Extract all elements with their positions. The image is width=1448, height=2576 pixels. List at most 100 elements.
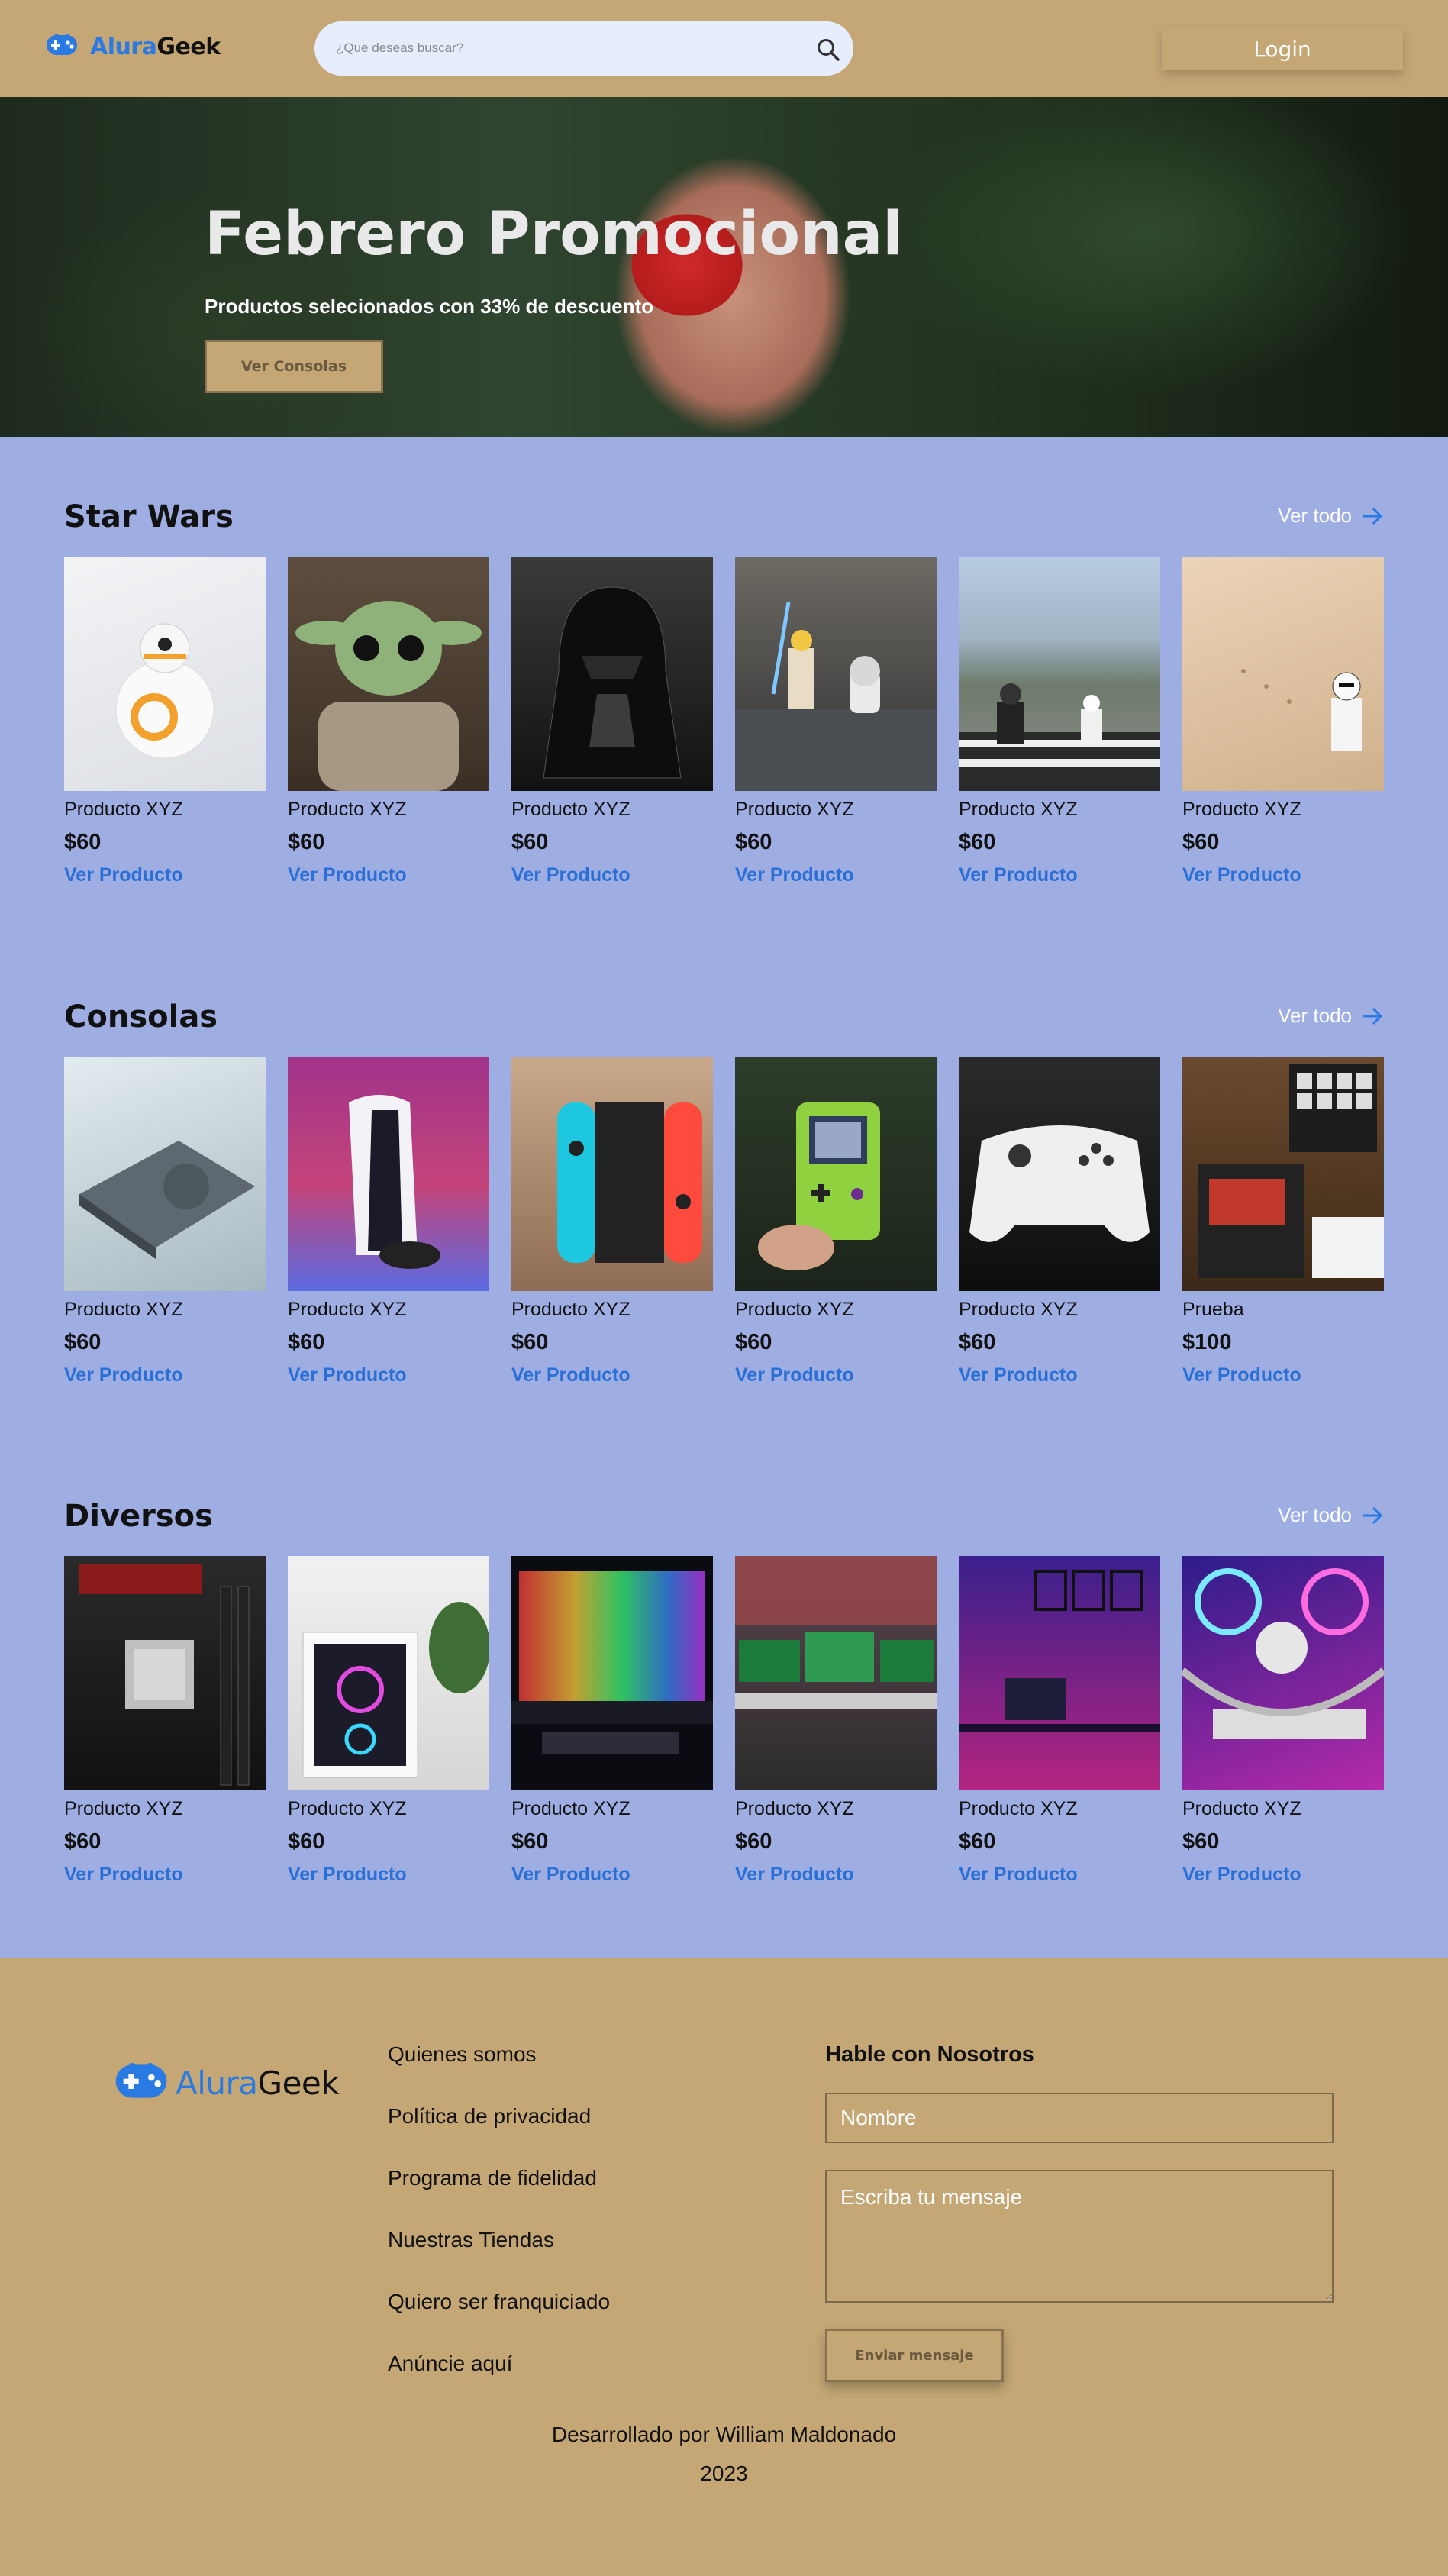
product-price: $60 <box>64 1330 102 1354</box>
product-image-monitors[interactable] <box>735 1556 937 1790</box>
product-image-ps5[interactable] <box>288 1057 489 1291</box>
view-consoles-button[interactable]: Ver Consolas <box>205 340 383 393</box>
product-image-bb8[interactable] <box>64 557 266 791</box>
product-card: Producto XYZ $60 Ver Producto <box>288 1057 489 1386</box>
footer-logo[interactable]: AluraGeek <box>114 2062 340 2104</box>
search-bar <box>314 21 853 76</box>
see-all-link[interactable]: Ver todo <box>1278 504 1384 528</box>
product-image-xbox-controller[interactable] <box>959 1057 1160 1291</box>
arrow-right-icon <box>1363 1007 1383 1025</box>
footer-link-franchise[interactable]: Quiero ser franquiciado <box>388 2290 610 2313</box>
product-card: Producto XYZ $60 Ver Producto <box>64 1556 266 1886</box>
footer-links: Quienes somos Política de privacidad Pro… <box>388 2042 610 2413</box>
product-card: Producto XYZ $60 Ver Producto <box>511 1057 713 1386</box>
product-name: Producto XYZ <box>511 1798 630 1819</box>
product-name: Producto XYZ <box>735 1299 854 1320</box>
see-all-label: Ver todo <box>1278 1004 1352 1027</box>
product-card: Producto XYZ $60 Ver Producto <box>64 557 266 886</box>
product-card: Producto XYZ $60 Ver Producto <box>1182 557 1384 886</box>
footer-link-item: Quiero ser franquiciado <box>388 2290 610 2352</box>
product-name: Producto XYZ <box>735 1798 854 1819</box>
product-price: $60 <box>288 1330 325 1354</box>
product-image-motherboard[interactable] <box>64 1556 266 1790</box>
view-product-link[interactable]: Ver Producto <box>735 864 937 886</box>
view-product-link[interactable]: Ver Producto <box>959 1364 1160 1386</box>
product-price: $60 <box>735 1829 772 1854</box>
product-name: Producto XYZ <box>511 1299 630 1320</box>
login-button[interactable]: Login <box>1162 27 1403 70</box>
product-name: Producto XYZ <box>1182 799 1301 820</box>
site-footer: AluraGeek Quienes somos Política de priv… <box>0 1958 1448 2576</box>
product-image-lego-sand[interactable] <box>1182 557 1384 791</box>
footer-link-about[interactable]: Quienes somos <box>388 2042 537 2066</box>
product-image-lego-luke[interactable] <box>735 557 937 791</box>
view-product-link[interactable]: Ver Producto <box>288 1864 489 1886</box>
hero-title: Febrero Promocional <box>205 200 903 269</box>
product-image-vader[interactable] <box>511 557 713 791</box>
product-card: Producto XYZ $60 Ver Producto <box>64 1057 266 1386</box>
search-input[interactable] <box>336 37 779 60</box>
product-price: $60 <box>511 1330 549 1354</box>
message-field[interactable] <box>825 2170 1334 2303</box>
view-product-link[interactable]: Ver Producto <box>511 1364 713 1386</box>
view-product-link[interactable]: Ver Producto <box>511 864 713 886</box>
header-logo[interactable]: AluraGeek <box>46 34 221 60</box>
product-image-ps1[interactable] <box>64 1057 266 1291</box>
product-price: $60 <box>64 830 102 854</box>
view-product-link[interactable]: Ver Producto <box>1182 1864 1384 1886</box>
footer-link-stores[interactable]: Nuestras Tiendas <box>388 2228 554 2252</box>
product-image-gameboy[interactable] <box>735 1057 937 1291</box>
product-list: Producto XYZ $60 Ver Producto Producto X… <box>64 557 1384 886</box>
view-product-link[interactable]: Ver Producto <box>959 1864 1160 1886</box>
product-card: Producto XYZ $60 Ver Producto <box>735 557 937 886</box>
footer-link-advertise[interactable]: Anúncie aquí <box>388 2352 512 2375</box>
product-card: Producto XYZ $60 Ver Producto <box>959 1556 1160 1886</box>
view-product-link[interactable]: Ver Producto <box>735 1364 937 1386</box>
product-price: $60 <box>288 830 325 854</box>
logo-geek: Geek <box>156 34 221 60</box>
see-all-label: Ver todo <box>1278 504 1352 527</box>
view-product-link[interactable]: Ver Producto <box>64 1364 266 1386</box>
product-image-neon-room[interactable] <box>959 1556 1160 1790</box>
logo-geek: Geek <box>257 2064 340 2102</box>
footer-link-privacy[interactable]: Política de privacidad <box>388 2104 591 2128</box>
product-card: Producto XYZ $60 Ver Producto <box>959 1057 1160 1386</box>
send-message-button[interactable]: Enviar mensaje <box>825 2329 1004 2382</box>
section-title: Consolas <box>64 999 218 1035</box>
see-all-link[interactable]: Ver todo <box>1278 1503 1384 1527</box>
product-price: $60 <box>1182 1829 1220 1854</box>
product-image-music-controller[interactable] <box>1182 1057 1384 1291</box>
name-field[interactable] <box>825 2093 1334 2143</box>
view-product-link[interactable]: Ver Producto <box>1182 1364 1384 1386</box>
gamepad-icon <box>46 34 78 60</box>
product-list: Producto XYZ $60 Ver Producto Producto X… <box>64 1057 1384 1386</box>
product-image-white-pc[interactable] <box>288 1556 489 1790</box>
view-product-link[interactable]: Ver Producto <box>288 1364 489 1386</box>
view-product-link[interactable]: Ver Producto <box>288 864 489 886</box>
product-list: Producto XYZ $60 Ver Producto Producto X… <box>64 1556 1384 1886</box>
contact-title: Hable con Nosotros <box>825 2042 1034 2067</box>
product-image-rgb-internals[interactable] <box>1182 1556 1384 1790</box>
section-title: Star Wars <box>64 499 234 534</box>
view-product-link[interactable]: Ver Producto <box>959 864 1160 886</box>
product-name: Producto XYZ <box>511 799 630 820</box>
product-card: Prueba $100 Ver Producto <box>1182 1057 1384 1386</box>
view-product-link[interactable]: Ver Producto <box>1182 864 1384 886</box>
product-image-switch[interactable] <box>511 1057 713 1291</box>
see-all-link[interactable]: Ver todo <box>1278 1004 1384 1028</box>
product-name: Producto XYZ <box>959 1798 1078 1819</box>
footer-link-item: Anúncie aquí <box>388 2352 610 2413</box>
product-price: $60 <box>959 830 996 854</box>
footer-link-loyalty[interactable]: Programa de fidelidad <box>388 2166 597 2190</box>
hero-subtitle: Productos selecionados con 33% de descue… <box>205 295 654 318</box>
gamepad-icon <box>114 2062 168 2104</box>
view-product-link[interactable]: Ver Producto <box>64 1864 266 1886</box>
product-name: Producto XYZ <box>1182 1798 1301 1819</box>
product-image-rgb-desk[interactable] <box>511 1556 713 1790</box>
view-product-link[interactable]: Ver Producto <box>735 1864 937 1886</box>
product-image-baby-yoda[interactable] <box>288 557 489 791</box>
view-product-link[interactable]: Ver Producto <box>511 1864 713 1886</box>
search-icon[interactable] <box>815 37 841 63</box>
view-product-link[interactable]: Ver Producto <box>64 864 266 886</box>
product-image-lego-street[interactable] <box>959 557 1160 791</box>
